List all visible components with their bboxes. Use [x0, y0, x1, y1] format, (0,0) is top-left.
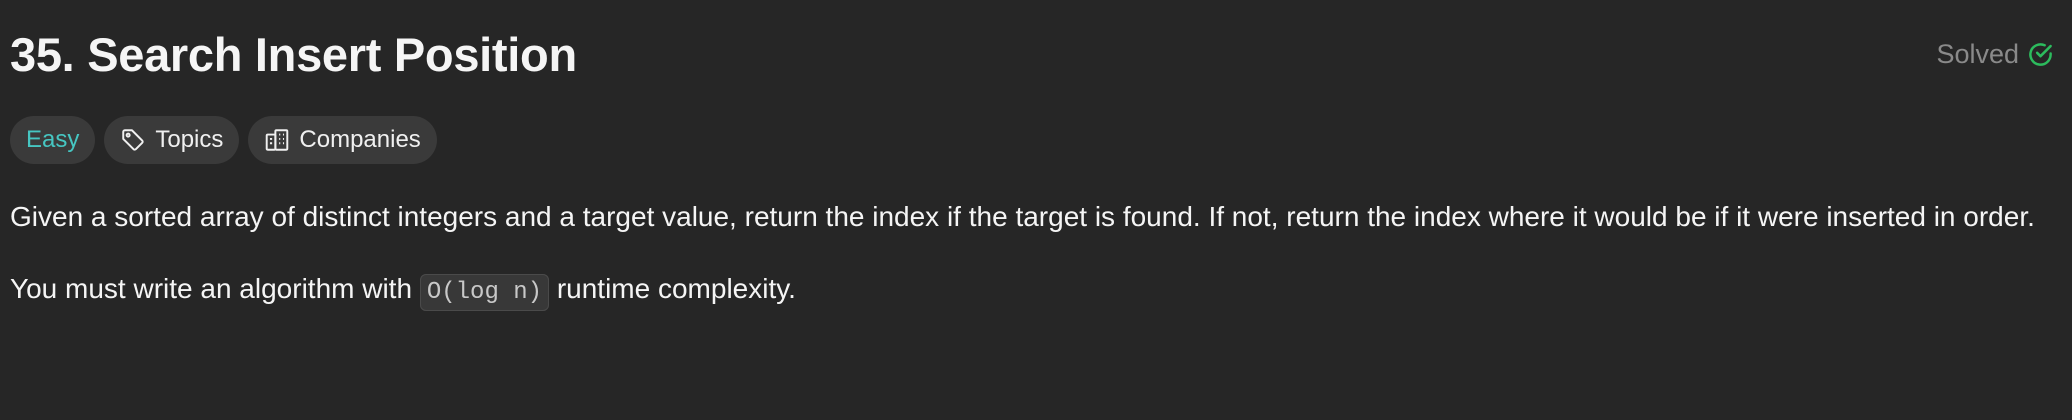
- complexity-text-after: runtime complexity.: [556, 273, 796, 304]
- complexity-text-before: You must write an algorithm with: [10, 273, 413, 304]
- topics-button[interactable]: Topics: [104, 116, 240, 164]
- check-circle-icon: [2027, 41, 2054, 68]
- problem-description: Given a sorted array of distinct integer…: [10, 196, 2060, 344]
- companies-label: Companies: [299, 126, 421, 153]
- problem-title[interactable]: 35. Search Insert Position: [10, 27, 577, 82]
- solved-label: Solved: [1936, 38, 2019, 69]
- difficulty-label: Easy: [26, 126, 80, 153]
- difficulty-badge: Easy: [10, 116, 96, 164]
- problem-tags: Easy Topics Companies: [10, 116, 437, 164]
- complexity-paragraph: You must write an algorithm with O(log n…: [10, 268, 2060, 314]
- solved-status: Solved: [1936, 39, 2054, 70]
- problem-header: 35. Search Insert Position Solved: [10, 24, 2054, 84]
- topics-label: Topics: [155, 126, 224, 153]
- complexity-code: O(log n): [419, 274, 550, 311]
- building-icon: [264, 127, 290, 153]
- description-paragraph: Given a sorted array of distinct integer…: [10, 201, 2035, 232]
- problem-description-panel: 35. Search Insert Position Solved Easy T…: [0, 0, 2072, 420]
- companies-button[interactable]: Companies: [248, 116, 437, 164]
- tag-icon: [120, 127, 146, 153]
